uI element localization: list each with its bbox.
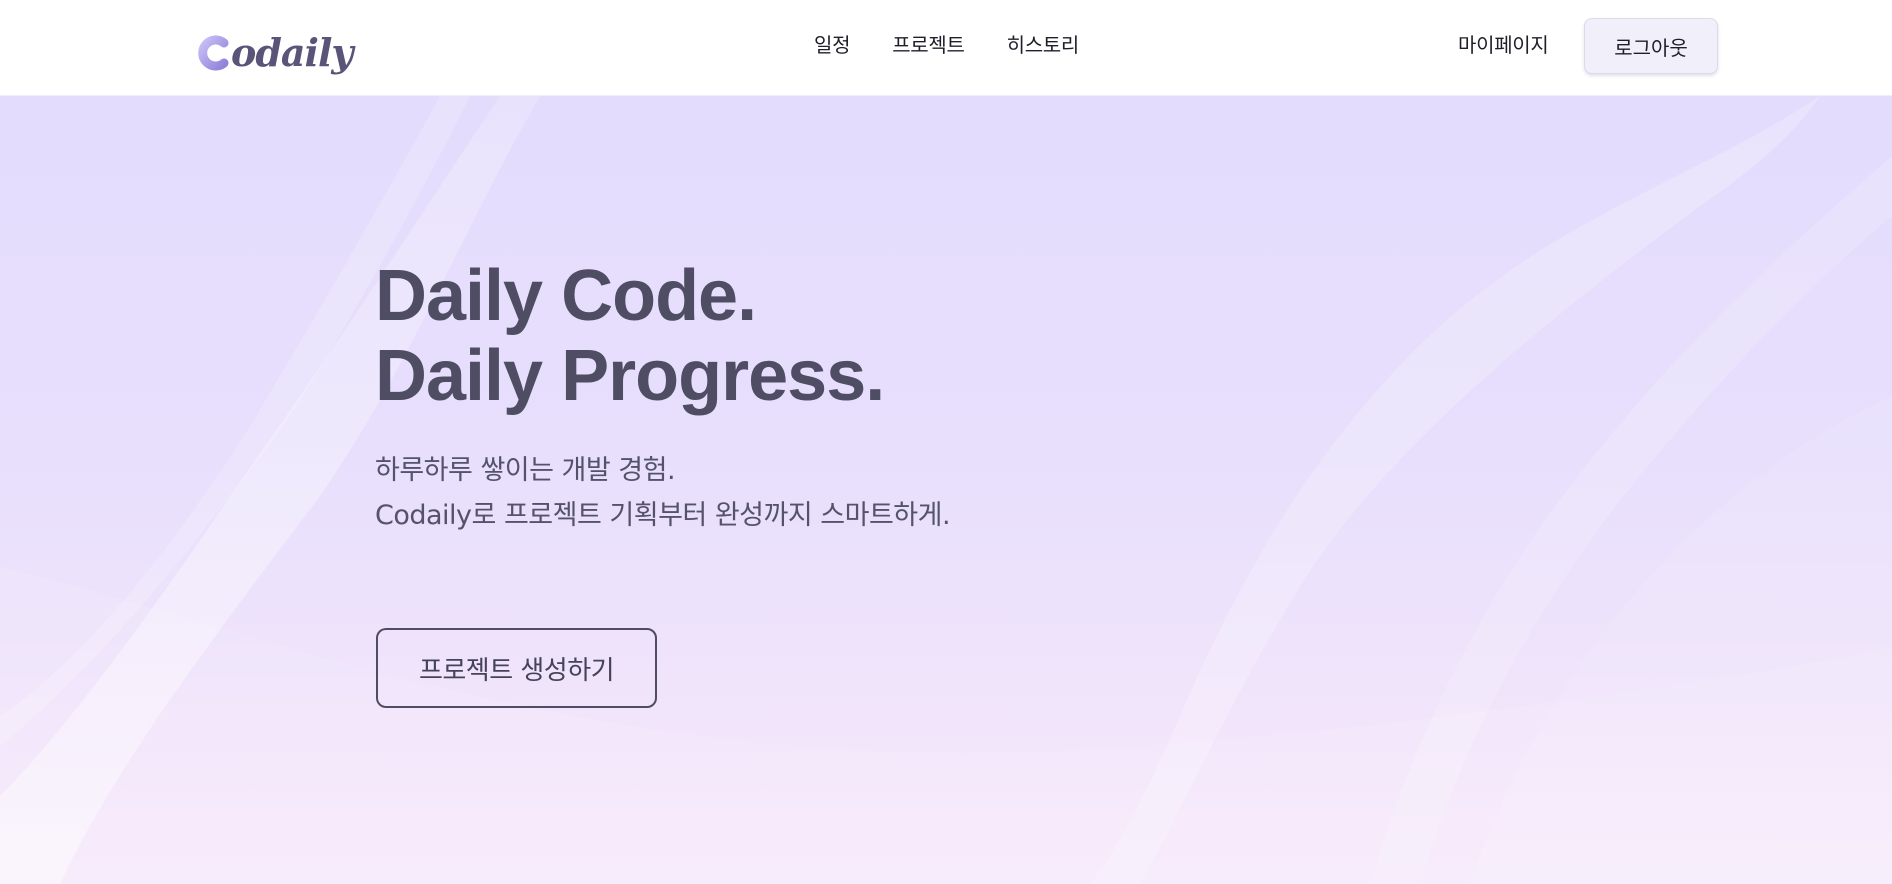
nav-item-schedule[interactable]: 일정 <box>814 30 851 60</box>
top-navigation-bar: odaily 일정 프로젝트 히스토리 마이페이지 로그아웃 <box>0 0 1892 96</box>
mypage-link[interactable]: 마이페이지 <box>1458 30 1549 60</box>
create-project-button[interactable]: 프로젝트 생성하기 <box>376 628 657 708</box>
hero-description: 하루하루 쌓이는 개발 경험. Codaily로 프로젝트 기획부터 완성까지 … <box>375 448 955 538</box>
hero-title-line-1: Daily Code. <box>375 256 757 336</box>
codaily-logo[interactable]: odaily <box>198 25 353 81</box>
logo-c-mark-icon <box>198 35 230 71</box>
logo-wordmark: odaily <box>231 30 353 75</box>
hero-description-line-1: 하루하루 쌓이는 개발 경험. <box>375 455 676 486</box>
main-nav: 일정 프로젝트 히스토리 <box>814 30 1079 60</box>
nav-item-history[interactable]: 히스토리 <box>1007 30 1080 60</box>
hero-title-line-2: Daily Progress. <box>375 336 885 416</box>
hero-title: Daily Code. Daily Progress. <box>375 256 885 416</box>
hero-description-line-2: Codaily로 프로젝트 기획부터 완성까지 스마트하게. <box>375 500 951 531</box>
logout-button[interactable]: 로그아웃 <box>1584 18 1718 74</box>
hero-section: Daily Code. Daily Progress. 하루하루 쌓이는 개발 … <box>0 96 1892 884</box>
nav-item-projects[interactable]: 프로젝트 <box>892 30 965 60</box>
